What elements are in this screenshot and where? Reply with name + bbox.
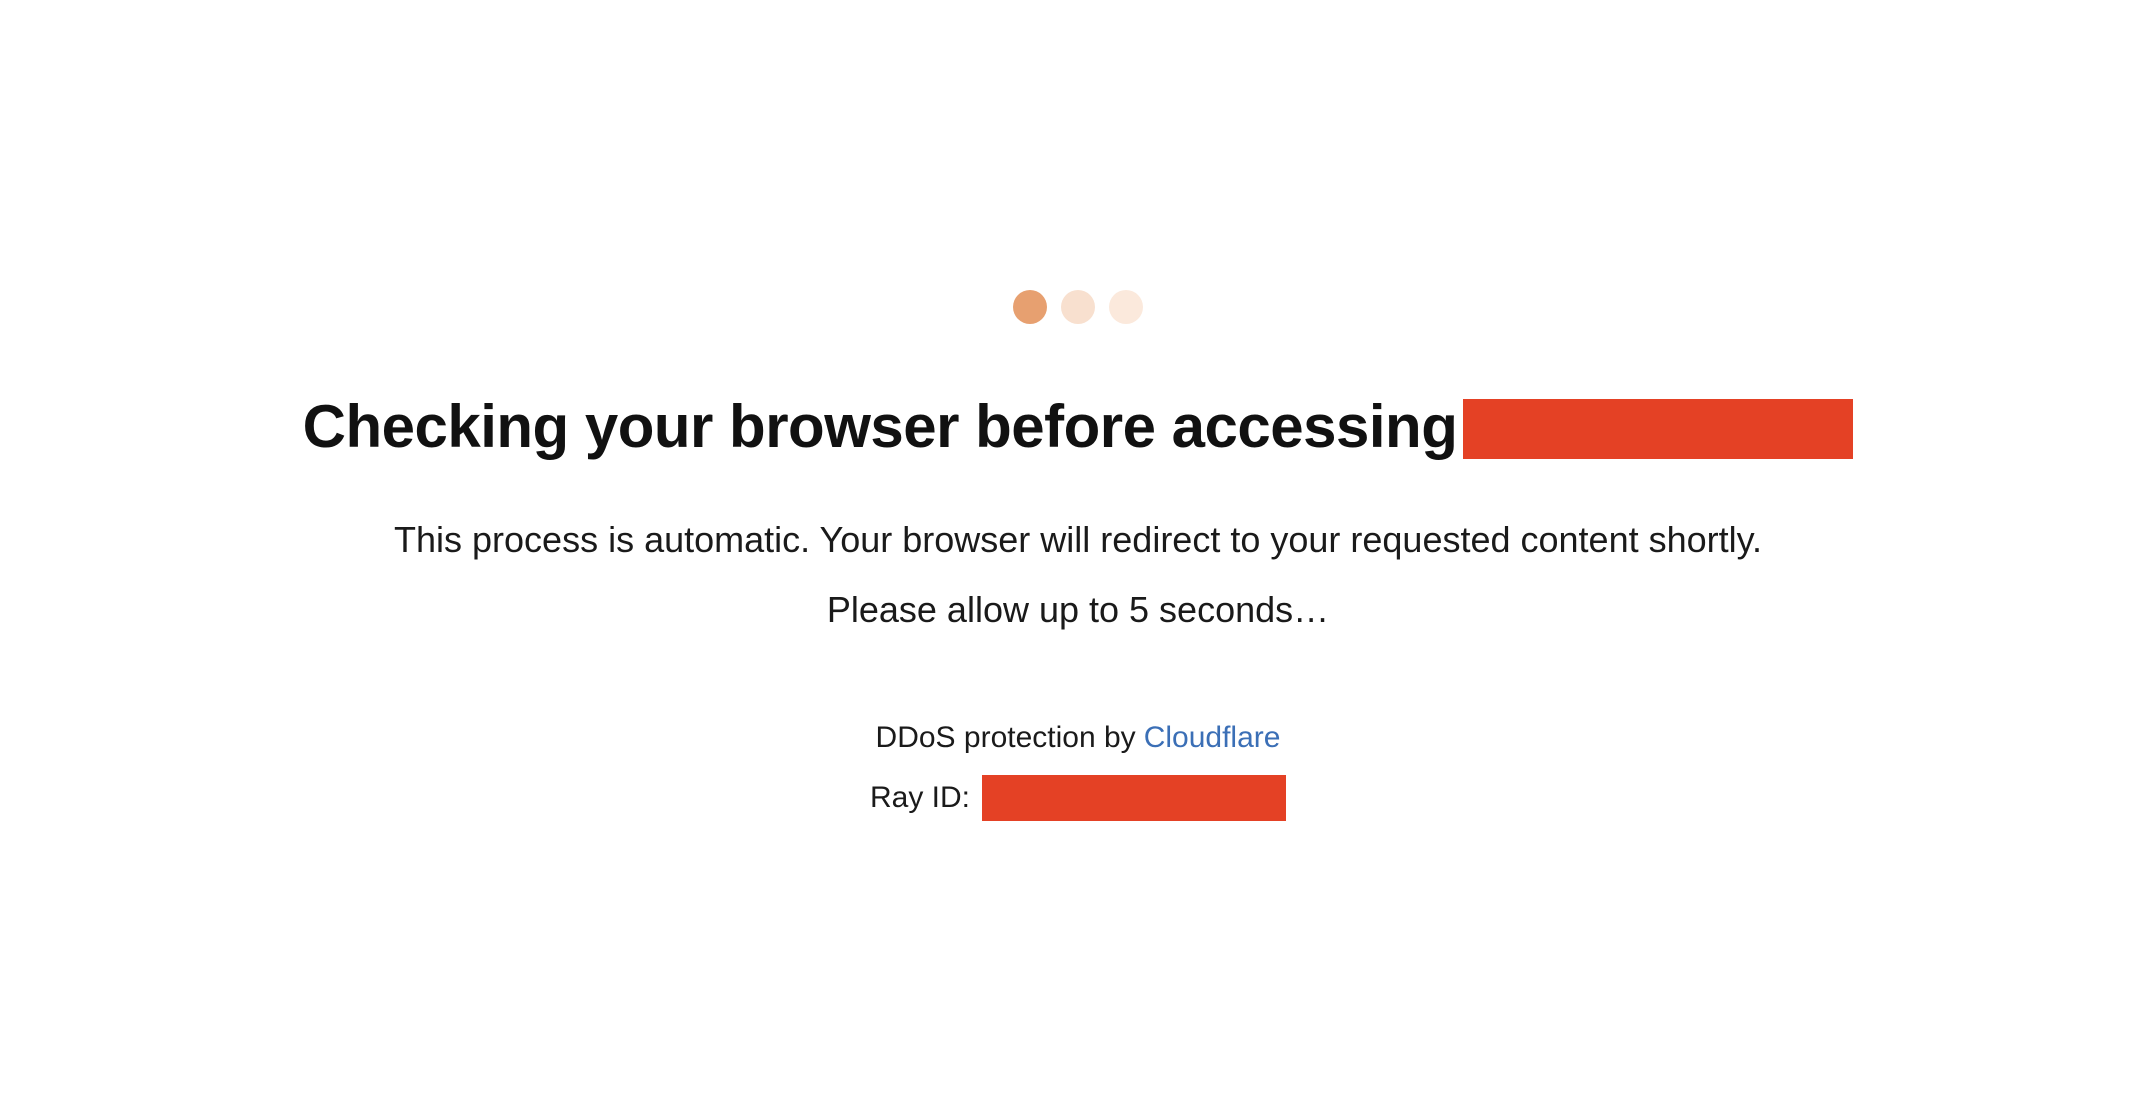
loading-dot-icon bbox=[1109, 290, 1143, 324]
interstitial-container: Checking your browser before accessing T… bbox=[0, 0, 2156, 821]
protection-attribution: DDoS protection by Cloudflare bbox=[876, 721, 1281, 755]
loading-dot-icon bbox=[1061, 290, 1095, 324]
heading-row: Checking your browser before accessing bbox=[303, 392, 1854, 461]
loading-dot-icon bbox=[1013, 290, 1047, 324]
wait-text: Please allow up to 5 seconds… bbox=[827, 589, 1329, 631]
redacted-domain bbox=[1463, 399, 1853, 459]
ray-id-row: Ray ID: bbox=[870, 775, 1286, 821]
cloudflare-link[interactable]: Cloudflare bbox=[1144, 721, 1281, 755]
ray-id-label: Ray ID: bbox=[870, 781, 970, 815]
page-title: Checking your browser before accessing bbox=[303, 392, 1458, 461]
redacted-ray-id bbox=[982, 775, 1286, 821]
loading-indicator bbox=[1013, 290, 1143, 324]
protection-prefix: DDoS protection by bbox=[876, 721, 1136, 755]
description-text: This process is automatic. Your browser … bbox=[394, 519, 1762, 561]
